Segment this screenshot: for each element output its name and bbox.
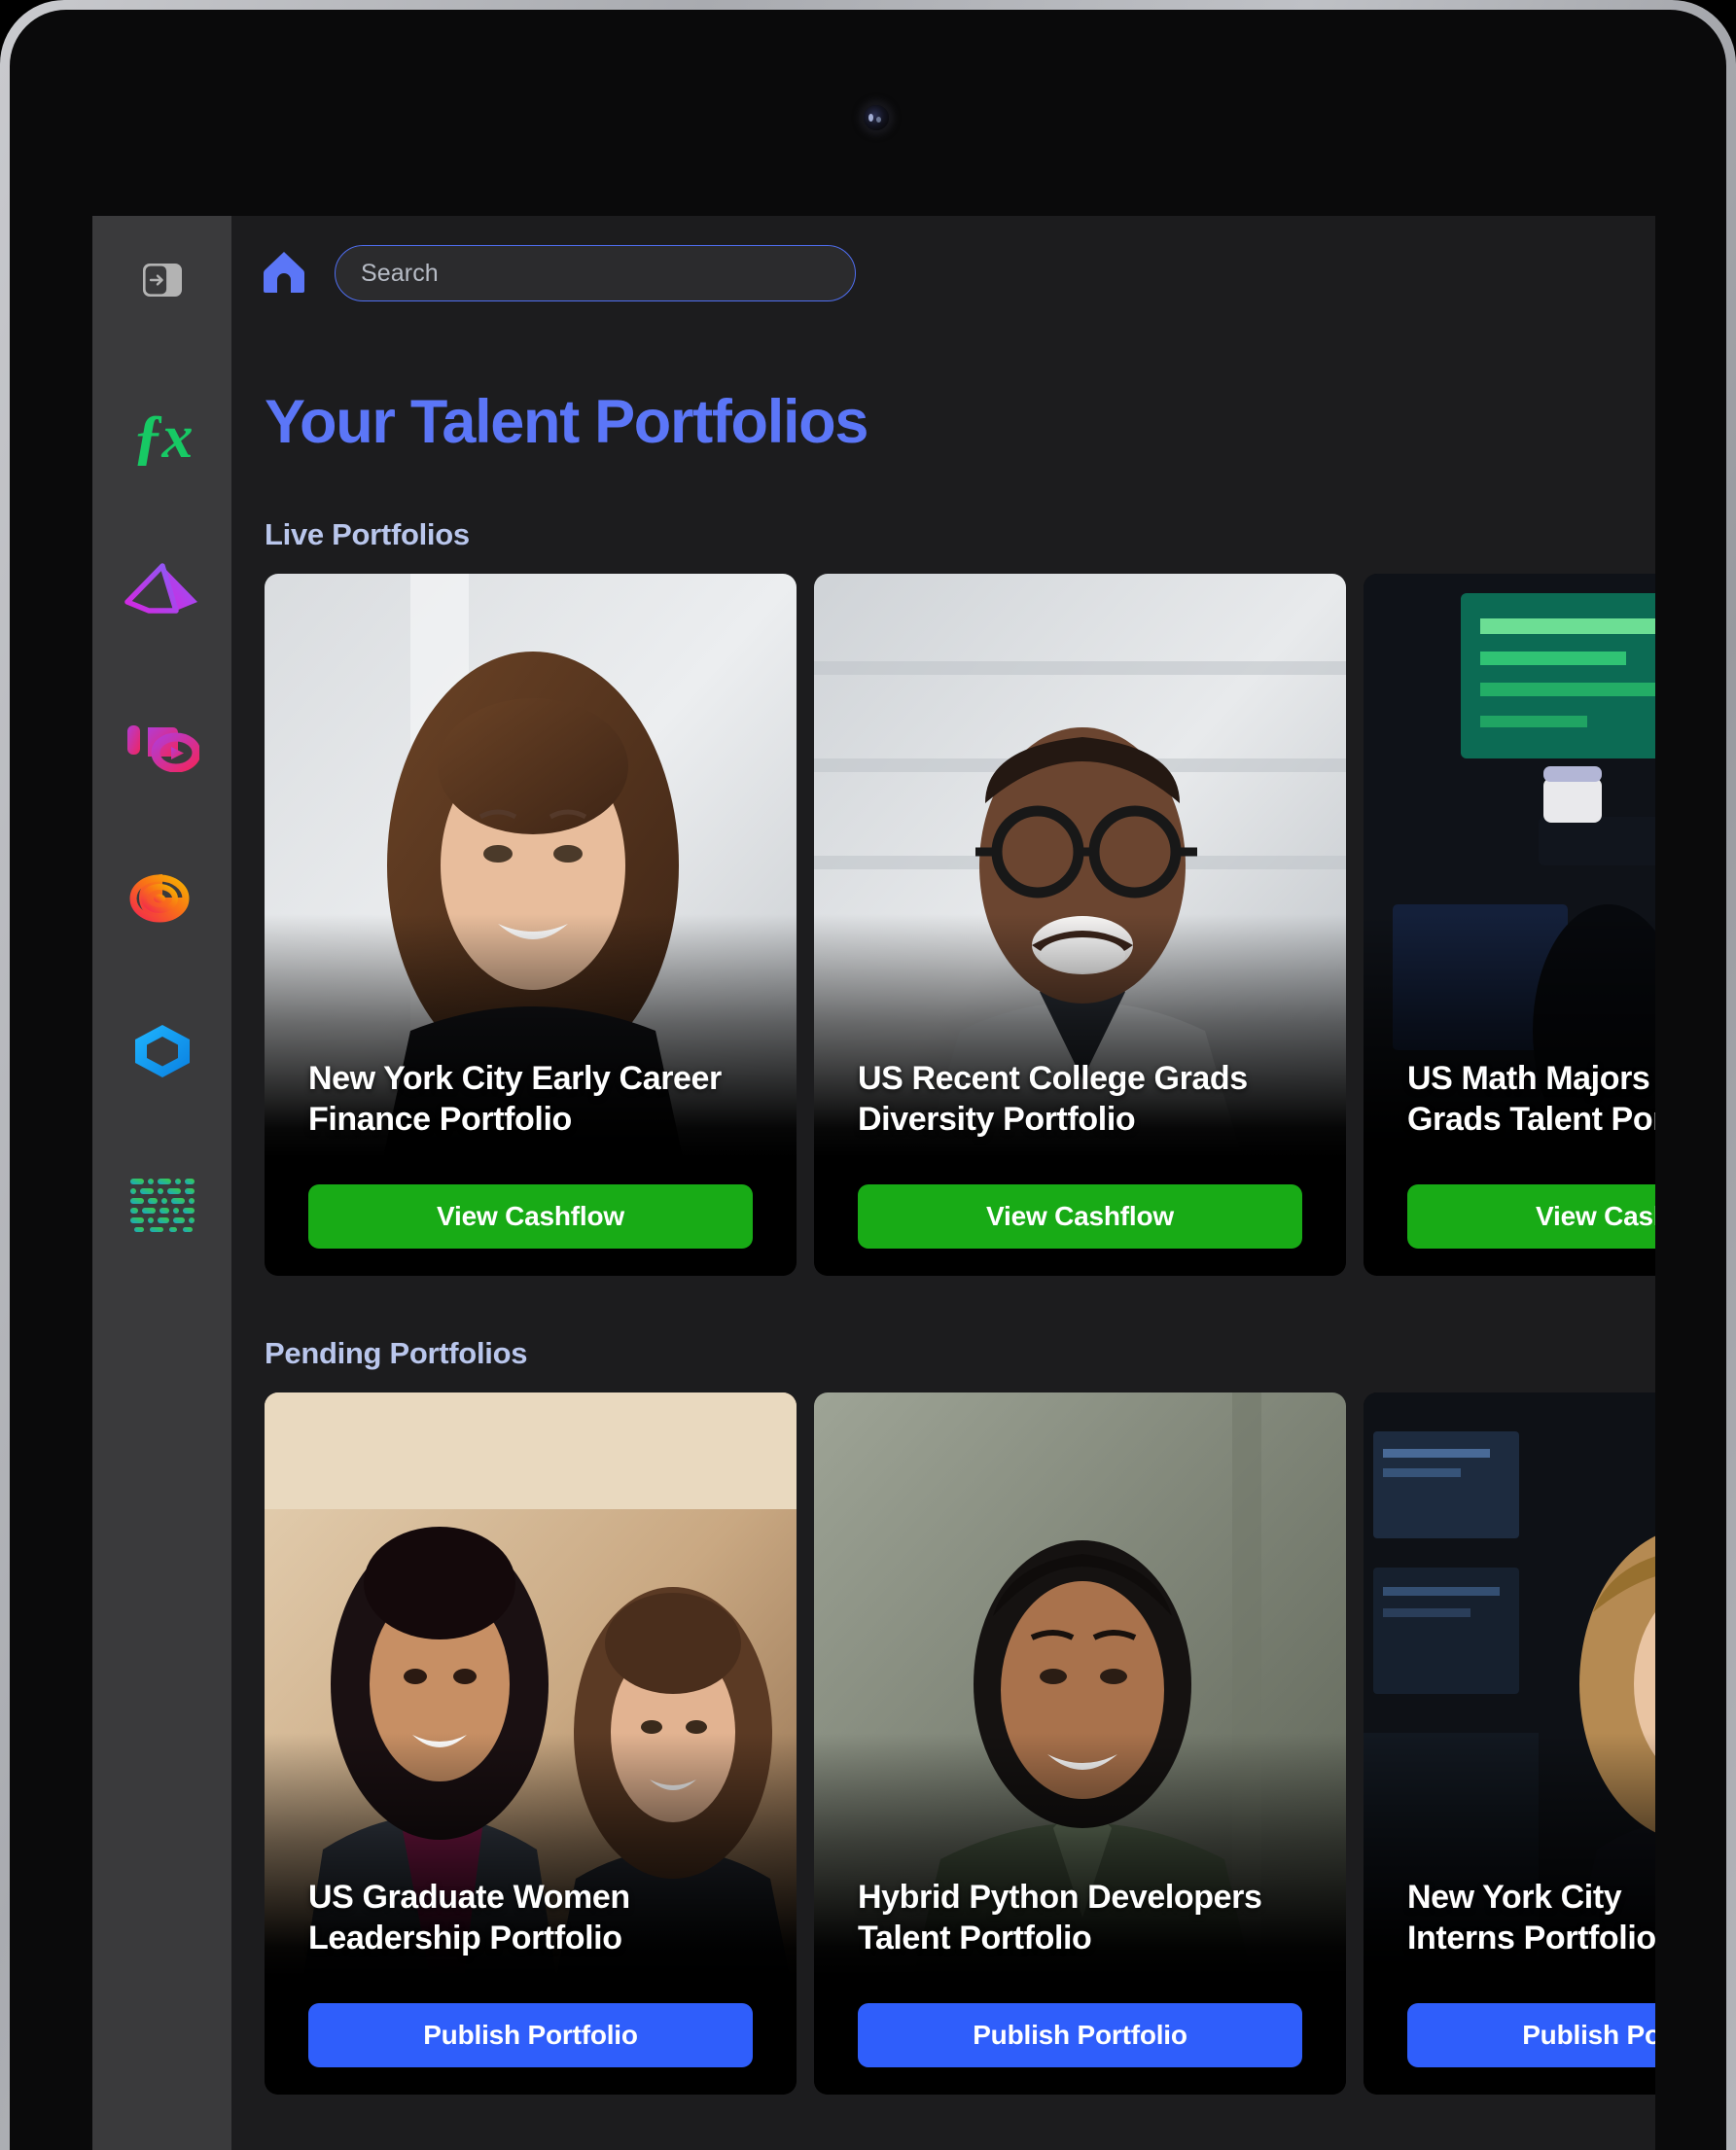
portfolio-title-line1: Hybrid Python Developers	[858, 1879, 1262, 1917]
portfolio-title-line1: New York City	[1407, 1879, 1622, 1917]
portfolio-title-line1: US Graduate Women	[308, 1879, 630, 1917]
portfolio-title: US Math Majors Grads Talent Portfolio	[1407, 1059, 1655, 1140]
section-live-portfolios: Live Portfolios New York City Early Care…	[231, 517, 1655, 1276]
portfolio-title: US Recent College Grads Diversity Portfo…	[858, 1059, 1319, 1140]
view-cashflow-button[interactable]: View Cashflow	[308, 1184, 753, 1249]
media-play-icon	[125, 716, 199, 772]
portfolio-title-line2: Finance Portfolio	[308, 1100, 572, 1138]
portfolio-title: New York City Early Career Finance Portf…	[308, 1059, 769, 1140]
grid-dots-icon	[128, 1177, 196, 1233]
app-window: ƒx Search Your Talent Portfolios Live Po…	[92, 216, 1655, 2150]
section-heading-live: Live Portfolios	[265, 517, 470, 551]
home-icon[interactable]	[261, 248, 307, 300]
section-heading-pending: Pending Portfolios	[265, 1336, 528, 1370]
sidebar-item-fx-function[interactable]: ƒx	[121, 395, 204, 478]
portfolio-title-line2: Interns Portfolio	[1407, 1919, 1655, 1956]
top-bar: Search	[231, 216, 1655, 331]
sidebar-item-media[interactable]	[121, 702, 204, 786]
view-cashflow-button[interactable]: View Cashflow	[1407, 1184, 1655, 1249]
section-pending-portfolios: Pending Portfolios US Graduate Women Lea…	[231, 1336, 1655, 2095]
main-content: Search Your Talent Portfolios Live Portf…	[231, 216, 1655, 2150]
device-screen: ƒx Search Your Talent Portfolios Live Po…	[10, 10, 1726, 2150]
search-input[interactable]: Search	[335, 245, 856, 301]
publish-portfolio-button[interactable]: Publish Portfolio	[308, 2003, 753, 2067]
camera-lens-icon	[864, 105, 889, 130]
portfolio-title-line1: US Recent College Grads	[858, 1060, 1248, 1098]
portfolio-title-line2: Leadership Portfolio	[308, 1919, 622, 1956]
prism-triangle-icon	[124, 560, 200, 620]
sidebar-item-prism[interactable]	[121, 548, 204, 632]
portfolio-title-line1: US Math Majors	[1407, 1060, 1650, 1098]
portfolio-card[interactable]: New York City Early Career Finance Portf…	[265, 574, 797, 1276]
portfolio-title: Hybrid Python Developers Talent Portfoli…	[858, 1878, 1319, 1958]
radar-circle-icon	[128, 870, 196, 925]
portfolio-card[interactable]: New York City Interns Portfolio Publish …	[1364, 1392, 1655, 2095]
publish-portfolio-button[interactable]: Publish Portfolio	[858, 2003, 1302, 2067]
hex-cube-icon	[131, 1021, 194, 1081]
portfolio-title-line2: Talent Portfolio	[858, 1919, 1092, 1956]
search-placeholder: Search	[361, 259, 439, 287]
portfolio-title: US Graduate Women Leadership Portfolio	[308, 1878, 769, 1958]
portfolio-card[interactable]: US Math Majors Grads Talent Portfolio Vi…	[1364, 574, 1655, 1276]
card-row-pending: US Graduate Women Leadership Portfolio P…	[265, 1392, 1655, 2095]
publish-portfolio-button[interactable]: Publish Portfolio	[1407, 2003, 1655, 2067]
sidebar-item-grid[interactable]	[121, 1163, 204, 1247]
page-title: Your Talent Portfolios	[265, 388, 868, 456]
portfolio-card[interactable]: US Recent College Grads Diversity Portfo…	[814, 574, 1346, 1276]
fx-function-icon: ƒx	[132, 402, 194, 471]
panel-expand-icon[interactable]	[139, 259, 186, 301]
portfolio-title-line2: Diversity Portfolio	[858, 1100, 1136, 1138]
tablet-device-frame: ƒx Search Your Talent Portfolios Live Po…	[0, 0, 1736, 2150]
portfolio-title-line1: New York City Early Career	[308, 1060, 722, 1098]
card-row-live: New York City Early Career Finance Portf…	[265, 574, 1655, 1276]
view-cashflow-button[interactable]: View Cashflow	[858, 1184, 1302, 1249]
sidebar-item-radar[interactable]	[121, 856, 204, 939]
portfolio-title: New York City Interns Portfolio	[1407, 1878, 1655, 1958]
portfolio-title-line2: Grads Talent Portfolio	[1407, 1100, 1655, 1138]
sidebar-item-hex[interactable]	[121, 1009, 204, 1093]
portfolio-card[interactable]: Hybrid Python Developers Talent Portfoli…	[814, 1392, 1346, 2095]
sidebar: ƒx	[92, 216, 231, 2150]
portfolio-card[interactable]: US Graduate Women Leadership Portfolio P…	[265, 1392, 797, 2095]
